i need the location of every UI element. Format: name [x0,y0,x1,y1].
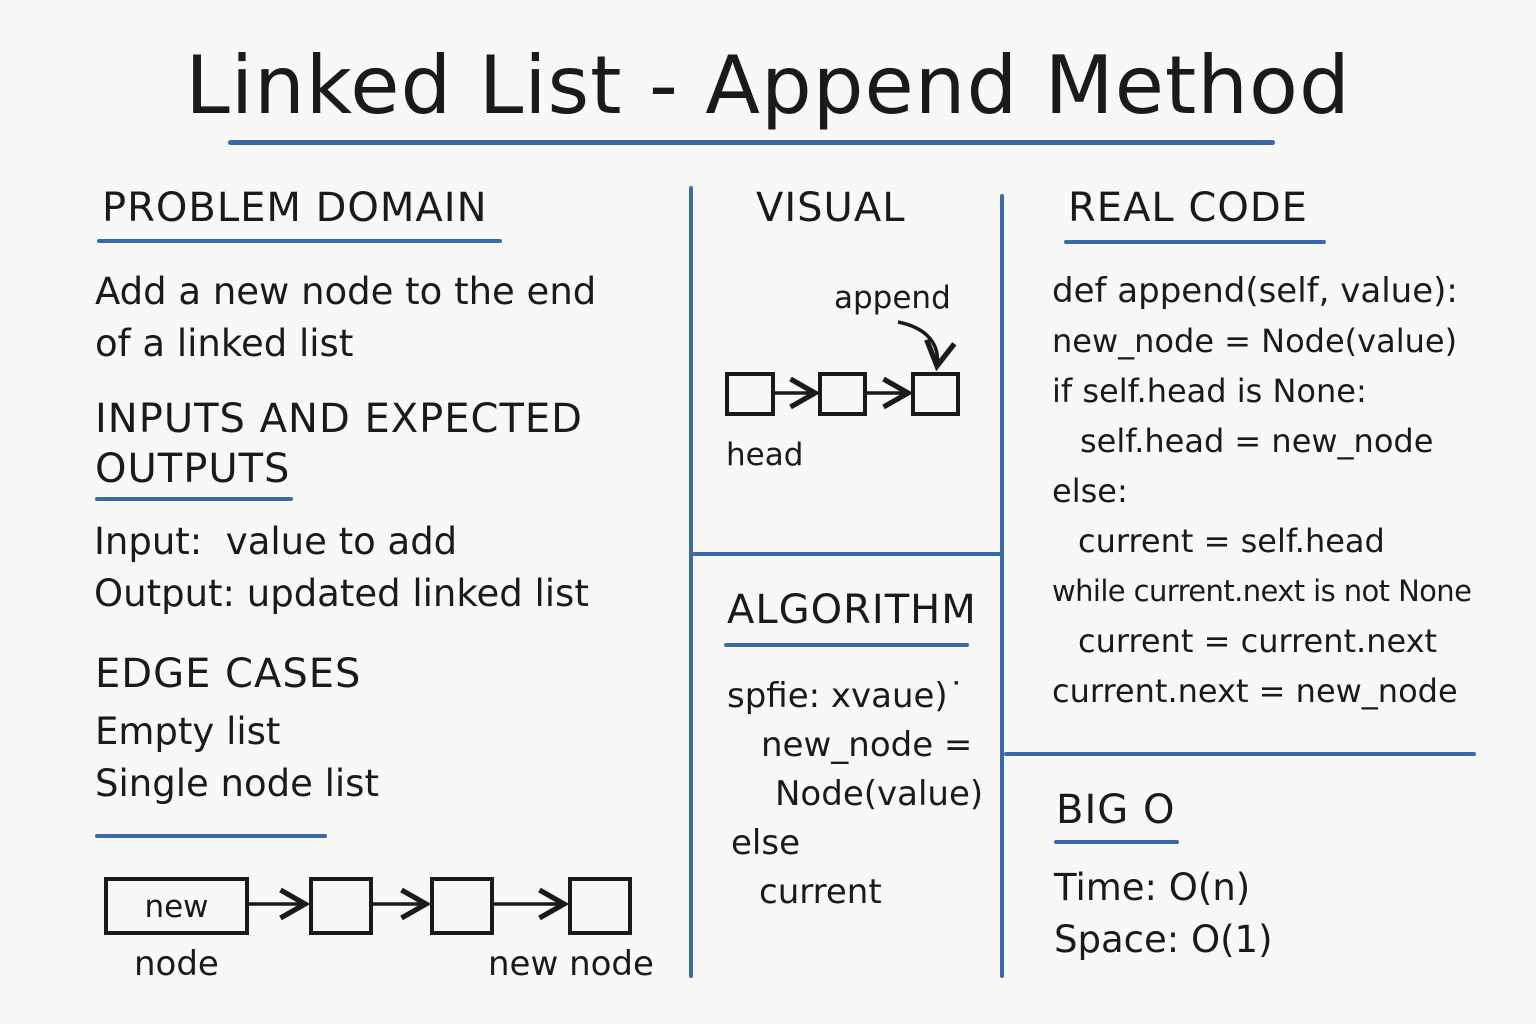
code-line: current = self.head [1078,522,1385,560]
big-o-line: Time: O(n) [1054,866,1251,909]
visual-heading: VISUAL [756,185,906,231]
code-line: self.head = new_node [1080,422,1434,460]
big-o-line: Space: O(1) [1054,918,1273,961]
algorithm-line: spfie: xvaue)˙ [727,676,965,716]
code-line: current = current.next [1078,622,1438,660]
big-o-underline [1054,840,1179,844]
append-label: append [834,280,951,316]
big-o-text: Time: O(n) Space: O(1) [1054,862,1273,966]
append-pointer-arrow [897,320,957,372]
code-line: else: [1052,472,1128,510]
visual-appended-node-box [911,372,960,416]
head-label: head [726,437,804,473]
code-line: while current.next is not None [1052,574,1472,608]
code-line: if self.head is None: [1052,372,1367,410]
algorithm-line: else [731,823,800,863]
algorithm-heading: ALGORITHM [727,587,977,633]
visual-node-box [818,372,867,416]
real-code-block: def append(self, value): new_node = Node… [1052,266,1472,716]
code-line: def append(self, value): [1052,271,1458,311]
algorithm-line: current [759,872,882,912]
algorithm-underline [724,643,969,647]
real-code-heading: REAL CODE [1068,185,1308,231]
code-line: current.next = new_node [1052,672,1458,710]
big-o-heading: BIG O [1056,787,1176,833]
algorithm-line: Node(value) [775,774,984,814]
bottom-diagram-left-label: node [134,944,219,984]
algorithm-line: new_node = [761,725,973,765]
algorithm-steps: spfie: xvaue)˙ new_node = Node(value) el… [727,672,983,917]
visual-node-box [725,372,775,416]
code-line: new_node = Node(value) [1052,322,1458,360]
bottom-diagram-right-label: new node [488,944,654,984]
real-code-underline [1064,240,1326,244]
